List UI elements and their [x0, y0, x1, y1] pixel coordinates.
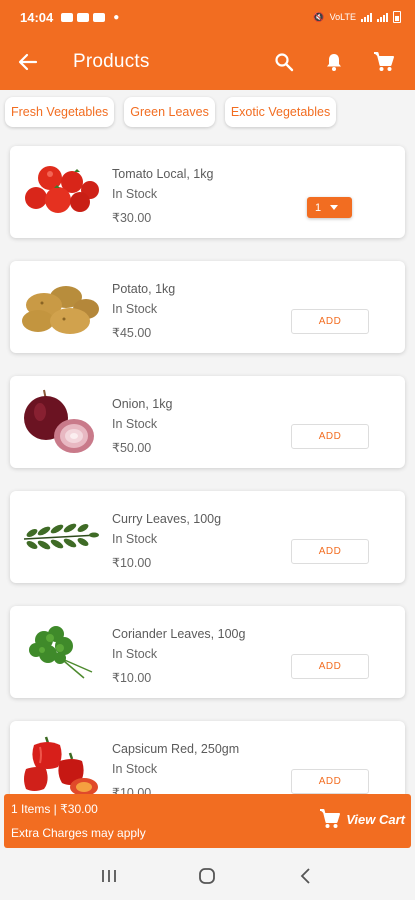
add-button[interactable]: ADD [291, 539, 369, 564]
potato-image [22, 286, 99, 334]
home-icon [199, 868, 216, 884]
cart-summary-bar: 1 Items | ₹30.00 Extra Charges may apply… [4, 794, 411, 848]
more-notifications-dot-icon: ● [113, 11, 120, 23]
view-cart-label: View Cart [346, 811, 405, 827]
back-arrow-icon [18, 53, 38, 71]
stock-status: In Stock [112, 417, 158, 431]
curry-leaves-image [23, 523, 99, 550]
add-button[interactable]: ADD [291, 309, 369, 334]
stock-status: In Stock [112, 187, 158, 201]
system-nav-bar [0, 852, 415, 900]
product-name: Coriander Leaves, 100g [112, 627, 246, 641]
search-icon [275, 53, 294, 72]
battery-icon [393, 11, 401, 23]
product-price: ₹10.00 [112, 556, 152, 570]
coriander-image [29, 626, 93, 679]
product-price: ₹50.00 [112, 441, 152, 455]
cart-items-total: 1 Items | ₹30.00 [11, 802, 98, 816]
signal-icon [361, 12, 372, 22]
product-name: Onion, 1kg [112, 397, 173, 411]
notification-icons: ● [61, 12, 119, 23]
chip-fresh-vegetables[interactable]: Fresh Vegetables [5, 97, 115, 127]
notifications-button[interactable] [309, 34, 359, 90]
home-button[interactable] [187, 856, 227, 896]
youtube-notification-icon-2 [93, 12, 106, 22]
status-time: 14:04 [20, 9, 54, 25]
quantity-dropdown[interactable]: 1 [307, 197, 352, 218]
volte-label: VoLTE [329, 12, 356, 22]
product-price: ₹10.00 [112, 671, 152, 685]
category-chips: Fresh Vegetables Green Leaves Exotic Veg… [5, 97, 346, 127]
stock-status: In Stock [112, 647, 158, 661]
quantity-value: 1 [315, 201, 322, 214]
chevron-down-icon [330, 205, 339, 210]
app-bar: Products [0, 34, 415, 90]
onion-image [24, 389, 94, 453]
youtube-notification-icon [77, 12, 90, 22]
product-name: Potato, 1kg [112, 282, 176, 296]
page-title: Products [73, 51, 150, 72]
product-name: Capsicum Red, 250gm [112, 742, 240, 756]
add-button[interactable]: ADD [291, 769, 369, 794]
product-price: ₹45.00 [112, 326, 152, 340]
chip-green-leaves[interactable]: Green Leaves [124, 97, 215, 127]
product-price: ₹30.00 [112, 211, 152, 225]
view-cart-button[interactable]: View Cart [319, 808, 405, 830]
product-name: Curry Leaves, 100g [112, 512, 222, 526]
capsicum-image [24, 736, 98, 796]
recent-apps-button[interactable] [89, 856, 129, 896]
search-button[interactable] [259, 34, 309, 90]
product-card-potato[interactable]: Potato, 1kg In Stock ₹45.00 ADD [10, 261, 405, 353]
stock-status: In Stock [112, 302, 158, 316]
status-bar: 14:04 ● 🔇 VoLTE [0, 0, 415, 34]
product-name: Tomato Local, 1kg [112, 167, 214, 181]
stock-status: In Stock [112, 532, 158, 546]
mute-icon: 🔇 [313, 11, 325, 22]
recent-apps-icon [102, 870, 117, 882]
system-status-icons: 🔇 VoLTE [313, 11, 401, 23]
cart-icon [374, 52, 394, 71]
cart-button[interactable] [359, 34, 409, 90]
add-button[interactable]: ADD [291, 424, 369, 449]
signal-icon-2 [377, 12, 388, 22]
product-card-curry-leaves[interactable]: Curry Leaves, 100g In Stock ₹10.00 ADD [10, 491, 405, 583]
product-card-coriander[interactable]: Coriander Leaves, 100g In Stock ₹10.00 A… [10, 606, 405, 698]
back-button[interactable] [0, 34, 56, 90]
stock-status: In Stock [112, 762, 158, 776]
chip-exotic-vegetables[interactable]: Exotic Vegetables [224, 97, 337, 127]
product-card-onion[interactable]: Onion, 1kg In Stock ₹50.00 ADD [10, 376, 405, 468]
product-card-tomato[interactable]: Tomato Local, 1kg In Stock ₹30.00 1 [10, 146, 405, 238]
chevron-left-icon [300, 868, 310, 884]
bell-icon [327, 54, 341, 71]
tomato-image [25, 166, 99, 213]
gallery-notification-icon [61, 12, 74, 22]
cart-icon [320, 809, 341, 828]
product-list: Tomato Local, 1kg In Stock ₹30.00 1 Pota… [10, 146, 405, 836]
extra-charges-note: Extra Charges may apply [11, 826, 146, 840]
system-back-button[interactable] [286, 856, 326, 896]
add-button[interactable]: ADD [291, 654, 369, 679]
